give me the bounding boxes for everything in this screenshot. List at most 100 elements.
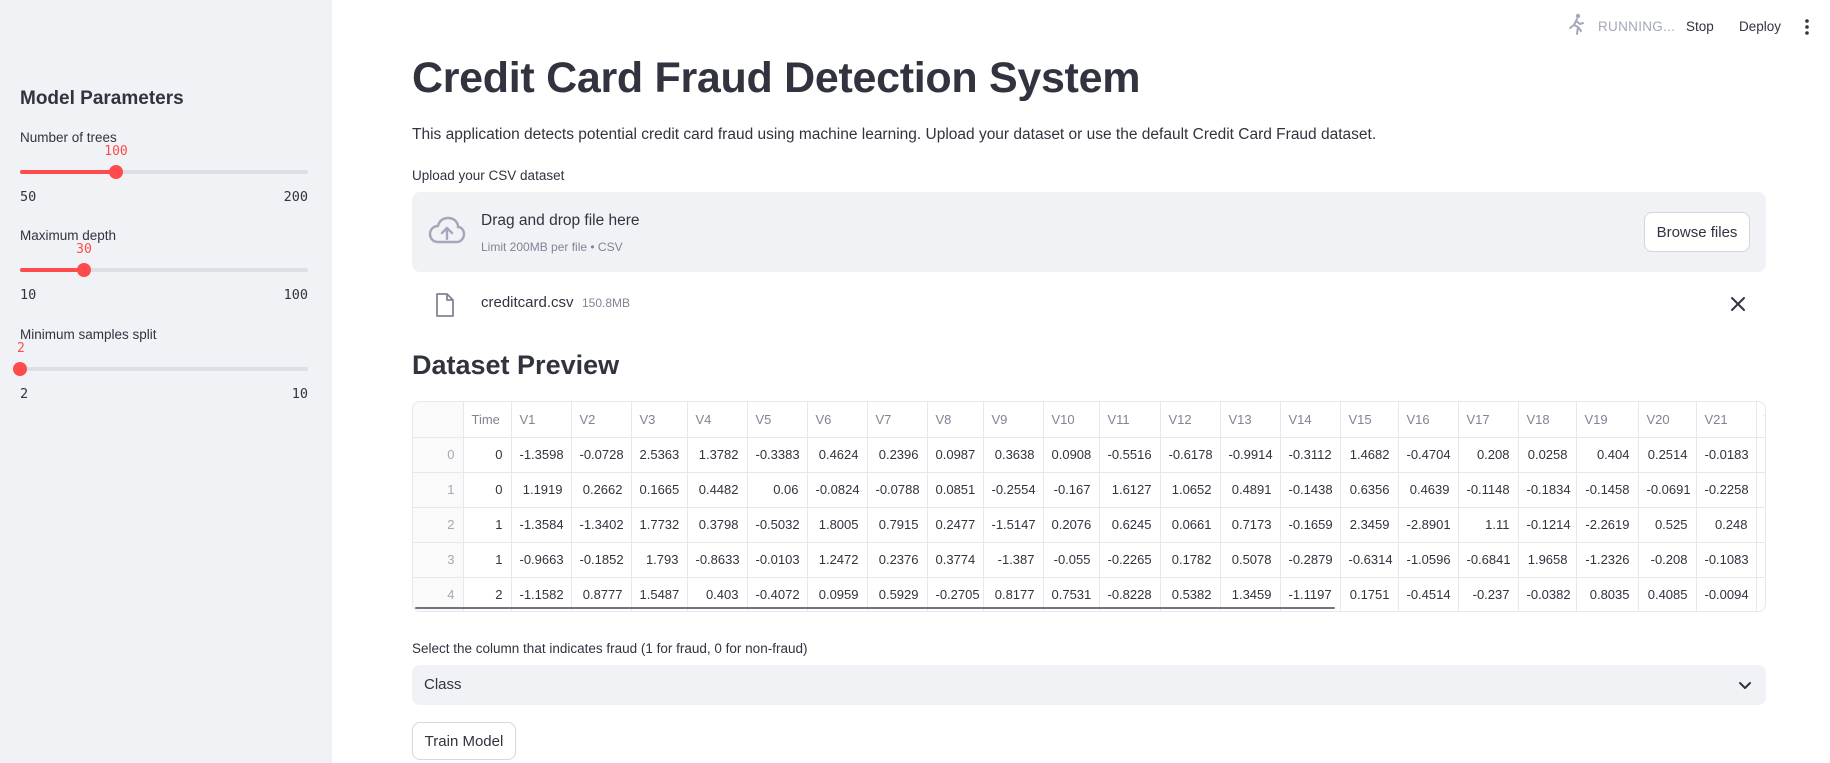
column-header[interactable]: V16 <box>1398 402 1459 438</box>
table-cell[interactable]: 0.2376 <box>867 542 928 578</box>
column-header[interactable]: V13 <box>1220 402 1281 438</box>
deploy-button[interactable]: Deploy <box>1739 19 1781 34</box>
table-cell[interactable]: 0.2477 <box>927 507 984 543</box>
index-header[interactable] <box>413 402 464 438</box>
table-cell[interactable]: -0.0094 <box>1696 577 1757 611</box>
column-header[interactable]: V14 <box>1280 402 1341 438</box>
table-cell[interactable]: -0.2258 <box>1696 472 1757 508</box>
table-cell[interactable]: 1.3782 <box>687 437 748 473</box>
table-cell[interactable]: -0.2265 <box>1099 542 1161 578</box>
table-cell[interactable]: -0.6314 <box>1340 542 1399 578</box>
column-header[interactable]: V2 <box>571 402 632 438</box>
table-cell[interactable]: -0.6178 <box>1160 437 1221 473</box>
column-header[interactable]: V8 <box>927 402 984 438</box>
table-cell[interactable]: 1.6127 <box>1099 472 1161 508</box>
table-cell[interactable]: -0.0788 <box>867 472 928 508</box>
slider-track[interactable] <box>20 367 308 371</box>
table-cell[interactable]: 1.7732 <box>631 507 688 543</box>
file-dropzone[interactable]: Drag and drop file here Limit 200MB per … <box>412 192 1766 272</box>
table-cell[interactable]: -2.2619 <box>1576 507 1639 543</box>
fraud-column-select[interactable]: Class <box>412 665 1766 705</box>
table-cell[interactable]: 0. <box>1756 542 1765 578</box>
table-cell[interactable]: 0.0258 <box>1518 437 1577 473</box>
table-cell[interactable]: 0.5078 <box>1220 542 1281 578</box>
table-cell[interactable]: 0.2514 <box>1638 437 1697 473</box>
table-cell[interactable]: 0.8035 <box>1576 577 1639 611</box>
table-cell[interactable]: 0 <box>463 472 512 508</box>
table-cell[interactable]: -0.1438 <box>1280 472 1341 508</box>
column-header[interactable]: V21 <box>1696 402 1757 438</box>
dataframe[interactable]: Time V1 V2 V3 V4 V5 V6 V7 V8 V9 V10 V11 V12 V13 V14 V15… <box>412 401 1766 612</box>
table-cell[interactable]: -1.0596 <box>1398 542 1459 578</box>
table-cell[interactable]: 0.4085 <box>1638 577 1697 611</box>
table-cell[interactable]: -0.5032 <box>747 507 808 543</box>
column-header[interactable]: V20 <box>1638 402 1697 438</box>
table-cell[interactable]: 1.9658 <box>1518 542 1577 578</box>
slider-number-of-trees[interactable]: Number of trees 100 50 200 <box>20 130 308 205</box>
table-cell[interactable]: -0.237 <box>1458 577 1519 611</box>
column-header[interactable]: V4 <box>687 402 748 438</box>
column-header[interactable]: V1 <box>511 402 572 438</box>
train-model-button[interactable]: Train Model <box>412 722 516 760</box>
table-cell[interactable]: -0.167 <box>1043 472 1100 508</box>
table-cell[interactable]: -0.1834 <box>1518 472 1577 508</box>
table-cell[interactable]: -0.0824 <box>807 472 868 508</box>
slider-thumb[interactable] <box>13 362 27 376</box>
table-cell[interactable]: 1.0652 <box>1160 472 1221 508</box>
table-cell[interactable]: 0.6245 <box>1099 507 1161 543</box>
table-cell[interactable]: 2.5363 <box>631 437 688 473</box>
column-header[interactable]: V6 <box>807 402 868 438</box>
table-cell[interactable]: 0.6356 <box>1340 472 1399 508</box>
table-cell[interactable]: -0.9914 <box>1220 437 1281 473</box>
slider-thumb[interactable] <box>77 263 91 277</box>
table-cell[interactable]: -0.4704 <box>1398 437 1459 473</box>
column-header[interactable]: V2 <box>1756 402 1765 438</box>
table-cell[interactable]: -0. <box>1756 472 1765 508</box>
slider-thumb[interactable] <box>109 165 123 179</box>
column-header[interactable]: V19 <box>1576 402 1639 438</box>
table-cell[interactable]: -0.8633 <box>687 542 748 578</box>
table-cell[interactable]: -0.208 <box>1638 542 1697 578</box>
table-cell[interactable]: 0.4624 <box>807 437 868 473</box>
column-header[interactable]: V5 <box>747 402 808 438</box>
table-cell[interactable]: 0.3638 <box>983 437 1044 473</box>
table-cell[interactable]: 0. <box>1756 437 1765 473</box>
table-cell[interactable]: 0. <box>1756 577 1765 611</box>
table-cell[interactable]: -0.6841 <box>1458 542 1519 578</box>
table-cell[interactable]: -0.1852 <box>571 542 632 578</box>
table-cell[interactable]: 0.4482 <box>687 472 748 508</box>
slider-minimum-samples-split[interactable]: Minimum samples split 2 2 10 <box>13 327 308 402</box>
table-cell[interactable]: -0.2879 <box>1280 542 1341 578</box>
table-cell[interactable]: -0.9663 <box>511 542 572 578</box>
table-cell[interactable]: 0.1751 <box>1340 577 1399 611</box>
table-cell[interactable]: 1.11 <box>1458 507 1519 543</box>
row-index[interactable]: 2 <box>413 507 464 543</box>
row-index[interactable]: 1 <box>413 472 464 508</box>
table-cell[interactable]: 0.2396 <box>867 437 928 473</box>
table-cell[interactable]: 0.4891 <box>1220 472 1281 508</box>
column-header[interactable]: V10 <box>1043 402 1100 438</box>
table-cell[interactable]: 1.1919 <box>511 472 572 508</box>
table-cell[interactable]: -1.3584 <box>511 507 572 543</box>
table-cell[interactable]: -0.4514 <box>1398 577 1459 611</box>
table-cell[interactable]: -0.0728 <box>571 437 632 473</box>
table-cell[interactable]: -0.3383 <box>747 437 808 473</box>
column-header[interactable]: V3 <box>631 402 688 438</box>
table-cell[interactable]: 0.2076 <box>1043 507 1100 543</box>
table-cell[interactable]: 0.3798 <box>687 507 748 543</box>
table-cell[interactable]: 0.208 <box>1458 437 1519 473</box>
table-cell[interactable]: -1.387 <box>983 542 1044 578</box>
table-cell[interactable]: -0.5516 <box>1099 437 1161 473</box>
table-cell[interactable]: -0.0103 <box>747 542 808 578</box>
table-cell[interactable]: 0.2662 <box>571 472 632 508</box>
table-cell[interactable]: 0.525 <box>1638 507 1697 543</box>
table-cell[interactable]: -0.1214 <box>1518 507 1577 543</box>
column-header[interactable]: V12 <box>1160 402 1221 438</box>
table-cell[interactable]: -0.0691 <box>1638 472 1697 508</box>
column-header[interactable]: V15 <box>1340 402 1399 438</box>
table-cell[interactable]: 0.0987 <box>927 437 984 473</box>
table-cell[interactable]: 1 <box>463 542 512 578</box>
table-cell[interactable]: 0.248 <box>1696 507 1757 543</box>
table-cell[interactable]: -1.5147 <box>983 507 1044 543</box>
table-cell[interactable]: 0.1665 <box>631 472 688 508</box>
